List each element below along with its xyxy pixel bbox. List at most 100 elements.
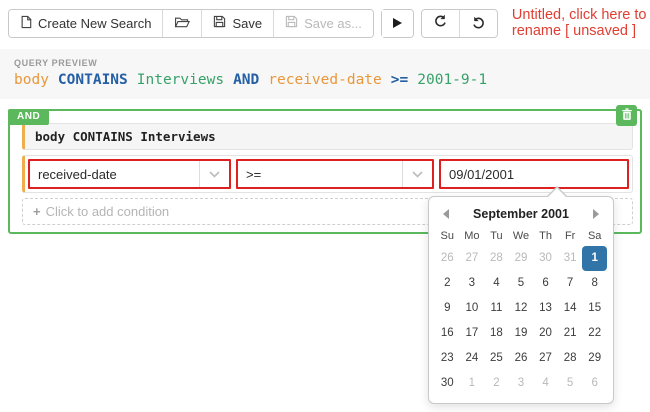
calendar-day[interactable]: 18	[484, 321, 509, 346]
field-select[interactable]: received-date	[28, 159, 231, 189]
datepicker-popup: September 2001 Su Mo Tu We Th Fr Sa 26 27 28 29 30…	[428, 186, 614, 404]
calendar-day[interactable]: 25	[484, 346, 509, 371]
query-token: >=	[390, 72, 409, 88]
calendar-day[interactable]: 16	[435, 321, 460, 346]
query-preview-label: QUERY PREVIEW	[14, 58, 98, 68]
redo-button[interactable]	[458, 9, 497, 37]
run-button-group	[380, 8, 414, 38]
undo-button[interactable]	[421, 9, 459, 37]
calendar-day[interactable]: 11	[484, 296, 509, 321]
day-of-week-label: Tu	[490, 230, 503, 242]
datepicker-header: September 2001	[435, 202, 607, 226]
calendar-day[interactable]: 29	[582, 346, 607, 371]
calendar-day[interactable]: 3	[460, 271, 485, 296]
redo-icon	[471, 16, 486, 31]
save-as-icon	[285, 15, 298, 31]
calendar-day[interactable]: 29	[509, 246, 534, 271]
plus-icon: +	[33, 204, 41, 219]
query-token: CONTAINS	[57, 72, 128, 88]
datepicker-month-title: September 2001	[473, 207, 569, 221]
calendar-day[interactable]: 14	[558, 296, 583, 321]
calendar-day[interactable]: 19	[509, 321, 534, 346]
calendar-day[interactable]: 5	[509, 271, 534, 296]
calendar-day[interactable]: 7	[558, 271, 583, 296]
undo-icon	[433, 14, 448, 32]
date-input[interactable]	[441, 166, 627, 182]
calendar-day[interactable]: 27	[533, 346, 558, 371]
save-as-button[interactable]: Save as...	[273, 9, 373, 37]
toolbar: Create New Search Save Save as... Untitl…	[0, 0, 650, 39]
calendar-day[interactable]: 22	[582, 321, 607, 346]
calendar-day[interactable]: 2	[435, 271, 460, 296]
calendar-day-selected[interactable]: 1	[582, 246, 607, 271]
save-button[interactable]: Save	[201, 9, 274, 37]
day-of-week-label: Th	[539, 230, 552, 242]
calendar-day[interactable]: 6	[582, 371, 607, 396]
calendar-day[interactable]: 10	[460, 296, 485, 321]
field-select-value: received-date	[38, 166, 117, 182]
calendar-day[interactable]: 20	[533, 321, 558, 346]
create-new-search-button[interactable]: Create New Search	[9, 9, 163, 37]
day-of-week-label: Su	[440, 230, 455, 242]
group-operator-badge[interactable]: AND	[8, 109, 50, 125]
previous-month-button[interactable]	[435, 203, 457, 225]
calendar-day[interactable]: 30	[533, 246, 558, 271]
calendar-day[interactable]: 5	[558, 371, 583, 396]
chevron-right-icon	[593, 209, 599, 219]
condition-text: body CONTAINS Interviews	[35, 129, 216, 144]
save-as-label: Save as...	[304, 15, 362, 31]
trash-icon	[621, 107, 633, 124]
run-search-button[interactable]	[381, 9, 413, 37]
run-icon	[392, 18, 402, 28]
calendar-day[interactable]: 17	[460, 321, 485, 346]
calendar-days-grid: 26 27 28 29 30 31 1 2 3 4 5 6 7 8 9 10 11 12 13 14 15 16 17 18 1…	[435, 246, 607, 396]
calendar-day[interactable]: 26	[435, 246, 460, 271]
calendar-day[interactable]: 26	[509, 346, 534, 371]
calendar-day[interactable]: 3	[509, 371, 534, 396]
query-preview-code: body CONTAINS Interviews AND received-date >=…	[14, 72, 636, 88]
save-label: Save	[232, 15, 263, 31]
calendar-day[interactable]: 4	[484, 271, 509, 296]
open-folder-icon	[174, 16, 191, 31]
next-month-button[interactable]	[585, 203, 607, 225]
calendar-day[interactable]: 21	[558, 321, 583, 346]
calendar-day[interactable]: 30	[435, 371, 460, 396]
save-icon	[213, 15, 226, 31]
calendar-day[interactable]: 31	[558, 246, 583, 271]
chevron-down-icon	[402, 161, 432, 187]
calendar-day[interactable]: 23	[435, 346, 460, 371]
calendar-day[interactable]: 27	[460, 246, 485, 271]
query-token: Interviews	[136, 72, 225, 88]
operator-select-value: >=	[246, 166, 262, 182]
calendar-day[interactable]: 8	[582, 271, 607, 296]
day-of-week-label: Mo	[464, 230, 480, 242]
calendar-day[interactable]: 13	[533, 296, 558, 321]
add-condition-label: Click to add condition	[45, 204, 170, 219]
day-of-week-label: Fr	[564, 230, 576, 242]
calendar-day[interactable]: 24	[460, 346, 485, 371]
calendar-day[interactable]: 28	[484, 246, 509, 271]
calendar-day[interactable]: 28	[558, 346, 583, 371]
calendar-day[interactable]: 15	[582, 296, 607, 321]
delete-group-button[interactable]	[616, 105, 637, 126]
condition-row-editing: received-date >=	[22, 155, 633, 193]
query-token: AND	[233, 72, 260, 88]
query-token: 2001-9-1	[417, 72, 488, 88]
operator-select[interactable]: >=	[236, 159, 434, 189]
popup-caret-inner	[548, 188, 566, 197]
open-search-button[interactable]	[162, 9, 202, 37]
calendar-day[interactable]: 4	[533, 371, 558, 396]
day-of-week-label: We	[512, 230, 530, 242]
calendar-day[interactable]: 6	[533, 271, 558, 296]
day-of-week-label: Sa	[587, 230, 602, 242]
calendar-day[interactable]: 1	[460, 371, 485, 396]
calendar-day[interactable]: 2	[484, 371, 509, 396]
calendar-day[interactable]: 12	[509, 296, 534, 321]
condition-row-static[interactable]: body CONTAINS Interviews	[22, 123, 633, 150]
search-title-rename-link[interactable]: Untitled, click here to rename [ unsaved…	[512, 7, 650, 39]
chevron-left-icon	[443, 209, 449, 219]
chevron-down-icon	[199, 161, 229, 187]
calendar-day[interactable]: 9	[435, 296, 460, 321]
query-token: body	[14, 72, 49, 88]
history-button-group	[420, 8, 498, 38]
